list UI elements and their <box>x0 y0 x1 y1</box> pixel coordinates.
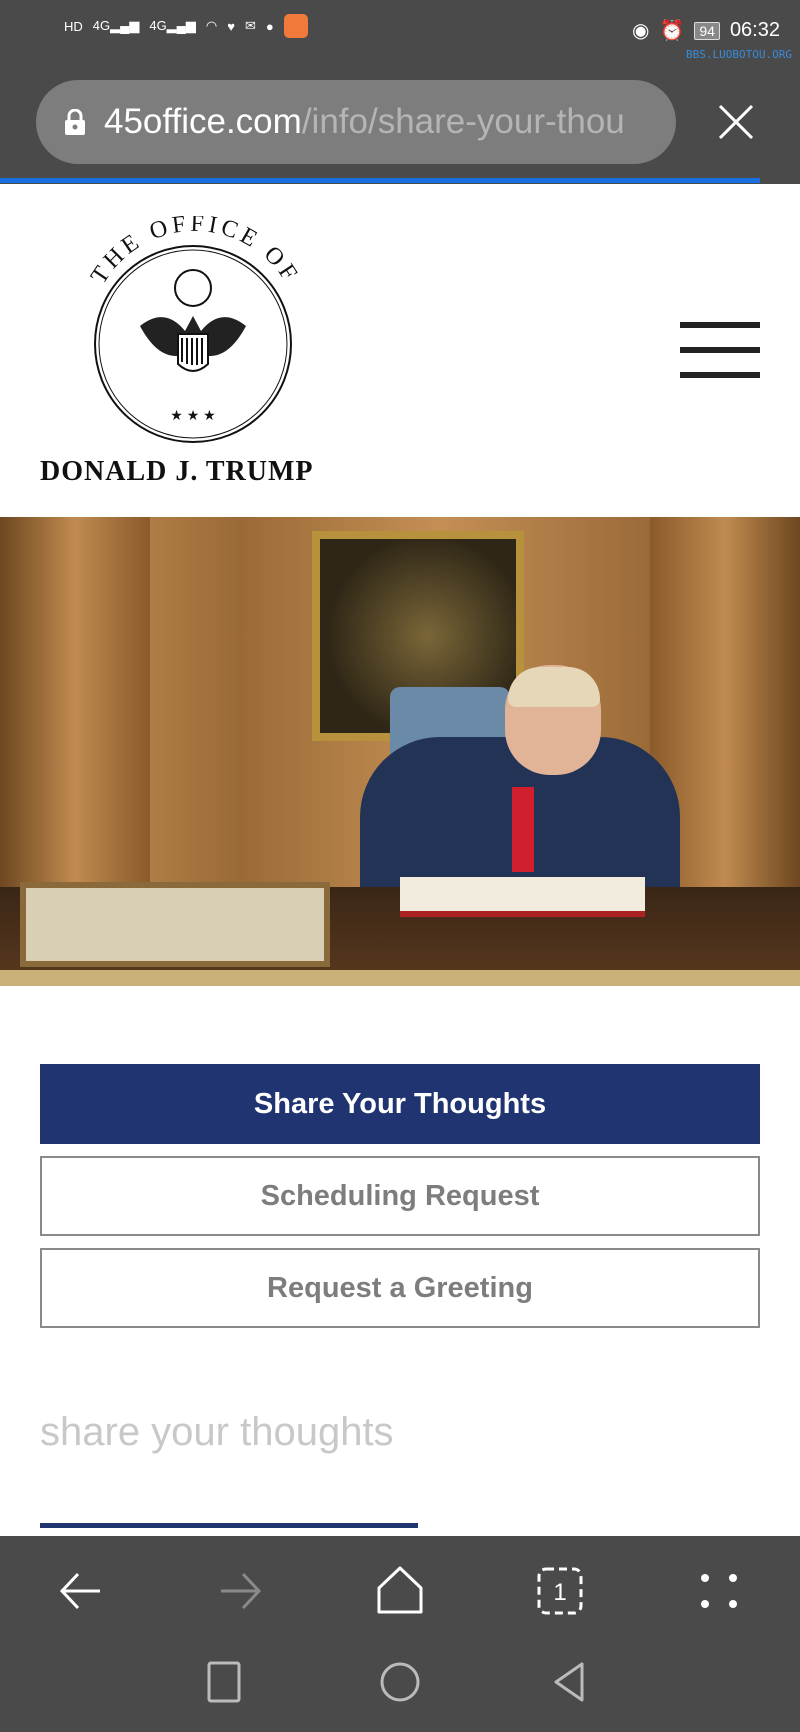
url-host: 45office.com <box>104 102 302 141</box>
watermark: BBS.LUOBOTOU.ORG <box>686 48 792 61</box>
forward-arrow-icon[interactable] <box>215 1566 265 1616</box>
back-nav-icon[interactable] <box>550 1660 590 1704</box>
time: 06:32 <box>729 19 780 41</box>
hero-image <box>0 517 800 986</box>
eye-icon: ◉ <box>632 20 650 42</box>
mail-icon: ✉ <box>244 18 256 33</box>
battery: 94 <box>694 21 720 40</box>
wifi-icon: ◠ <box>205 18 218 33</box>
svg-text:★ ★ ★: ★ ★ ★ <box>170 407 215 423</box>
form-tabs: Share Your Thoughts Scheduling Request R… <box>40 1064 760 1340</box>
hd-icon: HD <box>64 18 83 34</box>
site-header: THE OFFICE OF ★ ★ ★ DONALD J. TRUMP <box>0 184 800 517</box>
chat-icon: ● <box>265 18 274 34</box>
svg-text:1: 1 <box>553 1579 566 1606</box>
more-menu-icon[interactable] <box>695 1566 745 1616</box>
status-icons: HD 4G▂▄▆ 4G▂▄▆ ◠ ♥ ✉ ● <box>64 14 308 38</box>
browser-toolbar: 45office.com/info/share-your-thou <box>0 72 800 184</box>
home-nav-icon[interactable] <box>378 1660 422 1704</box>
back-arrow-icon[interactable] <box>56 1566 106 1616</box>
address-bar[interactable]: 45office.com/info/share-your-thou <box>36 80 676 164</box>
lock-icon <box>65 109 85 135</box>
hamburger-menu-button[interactable] <box>680 322 760 378</box>
browser-bottom-bar: 1 <box>0 1536 800 1732</box>
alarm-icon: ⏰ <box>659 20 685 42</box>
tab-scheduling-request[interactable]: Scheduling Request <box>40 1156 760 1236</box>
url-path: /info/share-your-thou <box>301 102 625 141</box>
svg-text:THE OFFICE OF: THE OFFICE OF <box>86 216 304 289</box>
section-title: share your thoughts <box>40 1410 394 1454</box>
recent-apps-icon[interactable] <box>204 1660 244 1704</box>
seal-logo[interactable]: THE OFFICE OF ★ ★ ★ <box>40 216 350 486</box>
signal-icon: 4G▂▄▆ <box>92 18 140 33</box>
page-load-progress <box>0 178 760 183</box>
status-bar: HD 4G▂▄▆ 4G▂▄▆ ◠ ♥ ✉ ● ◉ ⏰ 94 06:32 BBS.… <box>0 0 800 72</box>
app-icon <box>283 14 308 38</box>
tabs-icon[interactable]: 1 <box>535 1566 585 1616</box>
title-underline <box>40 1523 418 1528</box>
tab-request-a-greeting[interactable]: Request a Greeting <box>40 1248 760 1328</box>
home-icon[interactable] <box>375 1566 425 1616</box>
logo-name: DONALD J. TRUMP <box>40 456 314 487</box>
tab-share-your-thoughts[interactable]: Share Your Thoughts <box>40 1064 760 1144</box>
health-icon: ♥ <box>227 18 235 34</box>
close-icon[interactable] <box>716 102 756 142</box>
signal-icon: 4G▂▄▆ <box>149 18 196 33</box>
